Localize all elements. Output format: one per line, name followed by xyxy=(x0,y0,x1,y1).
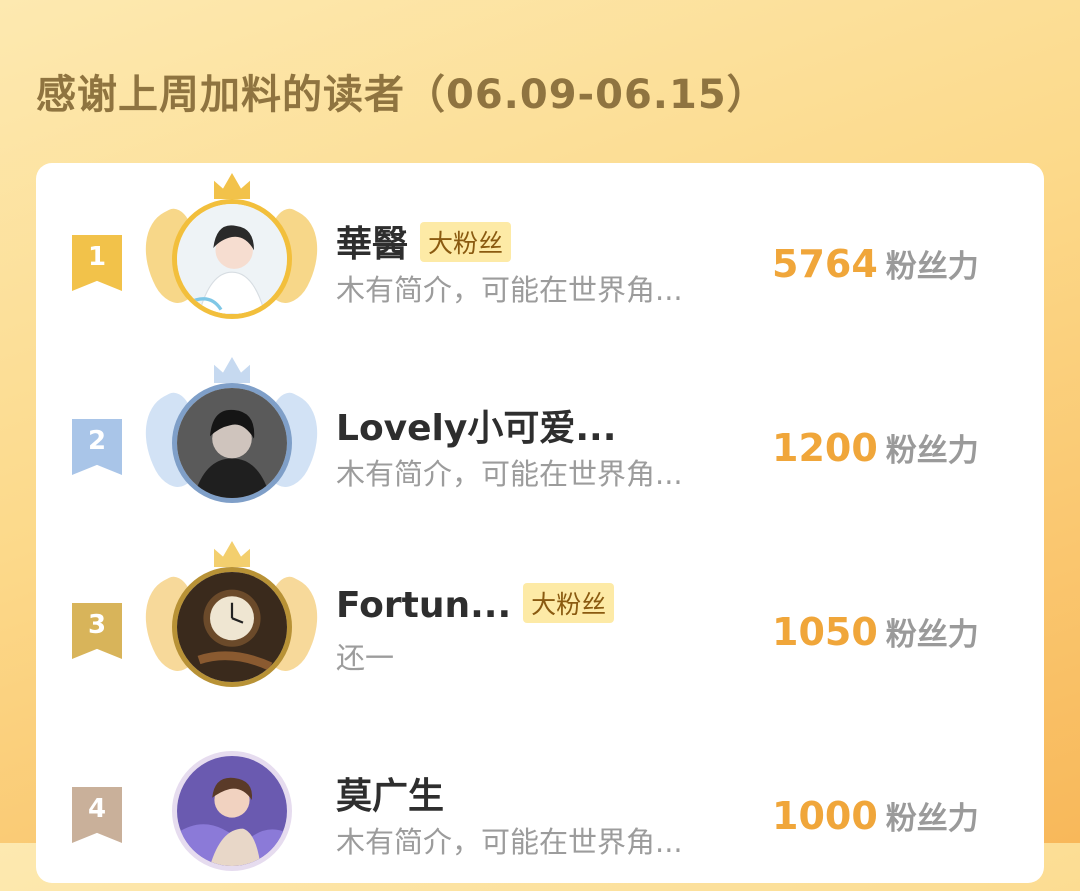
reader-name-text: Fortun... xyxy=(336,585,512,626)
anime-fighter-icon xyxy=(177,756,287,866)
fan-badge: 大粉丝 xyxy=(523,583,615,623)
crown-icon xyxy=(214,173,250,199)
fan-power: 1200 粉丝力 xyxy=(772,425,979,470)
page-title: 感谢上周加料的读者（06.09-06.15） xyxy=(36,72,768,118)
avatar-frame xyxy=(126,169,337,339)
reader-desc: 木有简介，可能在世界角... xyxy=(336,457,683,491)
leaderboard-row-4[interactable]: 4 莫广生 木有简介，可能在世界角... 1000 粉丝力 xyxy=(36,721,1044,881)
anime-boy-white-icon xyxy=(177,204,287,314)
crown-icon xyxy=(214,541,250,567)
leaderboard-row-1[interactable]: 1 華醫 大粉丝 木有简介，可能在世界角... 5764 粉丝力 xyxy=(36,169,1044,329)
reader-leaderboard: 1 華醫 大粉丝 木有简介，可能在世界角... 5764 粉丝力 2 Lovel… xyxy=(36,163,1044,883)
avatar[interactable] xyxy=(172,751,292,871)
reader-desc: 木有简介，可能在世界角... xyxy=(336,273,683,307)
fan-badge: 大粉丝 xyxy=(420,222,512,262)
avatar[interactable] xyxy=(172,383,292,503)
rank-badge: 4 xyxy=(72,787,122,843)
rank-badge: 3 xyxy=(72,603,122,659)
reader-name[interactable]: Fortun... 大粉丝 xyxy=(336,583,615,626)
reader-desc: 还一 xyxy=(336,641,395,675)
fan-power: 1050 粉丝力 xyxy=(772,609,979,654)
rank-badge: 2 xyxy=(72,419,122,475)
avatar-frame xyxy=(126,537,337,707)
avatar[interactable] xyxy=(172,199,292,319)
fan-power-unit: 粉丝力 xyxy=(885,617,979,653)
reader-name[interactable]: 莫广生 xyxy=(336,767,444,819)
leaderboard-row-2[interactable]: 2 Lovely小可爱... 木有简介，可能在世界角... 1200 粉丝力 xyxy=(36,353,1044,513)
reader-name[interactable]: 華醫 大粉丝 xyxy=(336,215,512,267)
crown-icon xyxy=(214,357,250,383)
dark-hair-boy-icon xyxy=(177,388,287,498)
fan-power-value: 5764 xyxy=(772,242,878,286)
fan-power: 5764 粉丝力 xyxy=(772,241,979,286)
fan-power-value: 1000 xyxy=(772,794,878,838)
reader-name[interactable]: Lovely小可爱... xyxy=(336,399,616,451)
avatar[interactable] xyxy=(172,567,292,687)
fan-power-value: 1050 xyxy=(772,610,878,654)
fan-power: 1000 粉丝力 xyxy=(772,793,979,838)
clock-icon xyxy=(177,572,287,682)
reader-name-text: 華醫 xyxy=(336,224,409,265)
reader-desc: 木有简介，可能在世界角... xyxy=(336,825,683,859)
leaderboard-row-3[interactable]: 3 Fortun... 大粉丝 还一 1050 粉丝力 xyxy=(36,537,1044,697)
fan-power-unit: 粉丝力 xyxy=(885,433,979,469)
fan-power-unit: 粉丝力 xyxy=(885,801,979,837)
avatar-frame xyxy=(144,721,319,891)
avatar-frame xyxy=(126,353,337,523)
fan-power-value: 1200 xyxy=(772,426,878,470)
fan-power-unit: 粉丝力 xyxy=(885,249,979,285)
rank-badge: 1 xyxy=(72,235,122,291)
